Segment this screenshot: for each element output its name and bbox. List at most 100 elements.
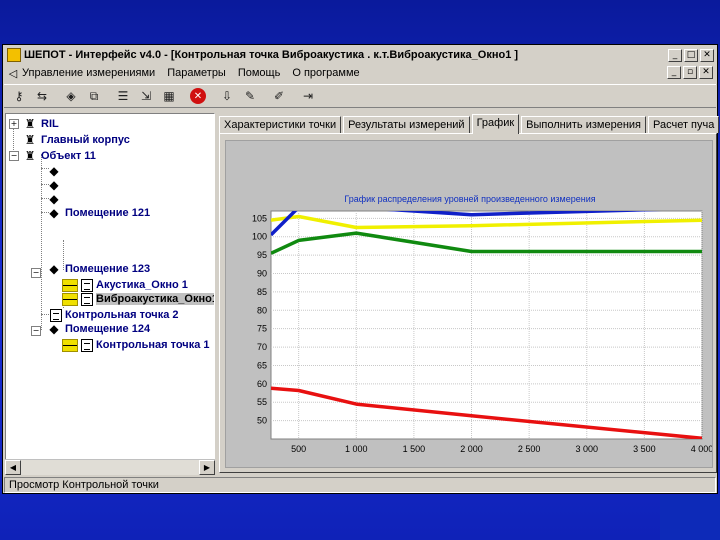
room-icon: ◆ xyxy=(49,262,59,276)
document-icon xyxy=(50,308,62,322)
y-tick-label: 75 xyxy=(257,324,267,334)
y-tick-label: 95 xyxy=(257,250,267,260)
y-tick-label: 70 xyxy=(257,342,267,352)
key-icon[interactable]: ⚷ xyxy=(8,86,30,106)
tree-item-object-11[interactable]: ♜ Объект 11 xyxy=(22,149,96,163)
tab-point-characteristics[interactable]: Характеристики точки xyxy=(219,116,342,133)
x-tick-label: 500 xyxy=(291,444,306,454)
object-tree[interactable]: + − − − ♜ RIL ♜ Главный корпус ♜ Объект … xyxy=(5,113,215,469)
menu-bar: ◁ Управление измерениями Параметры Помощ… xyxy=(4,64,716,82)
x-tick-label: 2 500 xyxy=(518,444,541,454)
list-icon[interactable]: ☰ xyxy=(112,86,134,106)
app-icon xyxy=(7,48,21,62)
x-tick-label: 3 500 xyxy=(633,444,656,454)
y-tick-label: 105 xyxy=(252,213,267,223)
tree-expander-icon[interactable]: − xyxy=(31,326,41,336)
menu-parameters[interactable]: Параметры xyxy=(167,67,226,79)
title-bar[interactable]: ШЕПОТ - Интерфейс v4.0 - [Контрольная то… xyxy=(4,46,716,64)
room-icon: ◆ xyxy=(49,164,59,178)
chart-title: График распределения уровней произведенн… xyxy=(344,194,595,204)
mdi-minimize-icon[interactable]: _ xyxy=(667,66,681,79)
download-icon[interactable]: ⇩ xyxy=(216,86,238,106)
x-tick-label: 1 500 xyxy=(403,444,426,454)
y-tick-label: 55 xyxy=(257,397,267,407)
slide-accent xyxy=(660,495,720,540)
room-icon: ◆ xyxy=(49,192,59,206)
tree-expander-icon[interactable]: − xyxy=(31,268,41,278)
tree-item-vibroacoustic-window[interactable]: Виброакустика_Окно1 xyxy=(62,292,214,306)
mdi-restore-icon[interactable]: ▫ xyxy=(683,66,697,79)
speaker-icon[interactable]: ◁ xyxy=(6,67,20,80)
tab-run-measurements[interactable]: Выполнить измерения xyxy=(521,116,646,133)
y-tick-label: 65 xyxy=(257,360,267,370)
tree-item-room-124[interactable]: ◆ Помещение 124 xyxy=(46,322,150,336)
x-tick-label: 2 000 xyxy=(460,444,483,454)
mdi-controls: _ ▫ ✕ xyxy=(667,66,715,79)
y-tick-label: 80 xyxy=(257,305,267,315)
y-tick-label: 100 xyxy=(252,232,267,242)
status-text: Просмотр Контрольной точки xyxy=(9,479,159,491)
tree-item-main-building[interactable]: ♜ Главный корпус xyxy=(22,133,130,147)
measure-icon xyxy=(62,278,78,292)
refresh-icon[interactable]: ⇆ xyxy=(31,86,53,106)
tree-expander-icon[interactable]: − xyxy=(9,151,19,161)
tree-item-control-point-2[interactable]: Контрольная точка 2 xyxy=(50,308,179,322)
tree-item-room[interactable]: ◆ xyxy=(46,192,65,206)
menu-help[interactable]: Помощь xyxy=(238,67,281,79)
room-icon: ◆ xyxy=(49,322,59,336)
tab-chart[interactable]: График xyxy=(471,114,520,134)
mdi-close-icon[interactable]: ✕ xyxy=(699,66,713,79)
building-icon: ♜ xyxy=(24,149,36,163)
measure-icon xyxy=(62,338,78,352)
x-tick-label: 3 000 xyxy=(575,444,598,454)
stop-icon[interactable]: ✕ xyxy=(187,86,209,106)
x-tick-label: 1 000 xyxy=(345,444,368,454)
window-title: ШЕПОТ - Интерфейс v4.0 - [Контрольная то… xyxy=(24,49,519,61)
edit-icon[interactable]: ✐ xyxy=(268,86,290,106)
folder-arrow-icon[interactable]: ⇲ xyxy=(135,86,157,106)
level-chart: График распределения уровней произведенн… xyxy=(252,194,713,502)
document-icon xyxy=(81,292,93,306)
tree-item-control-point-1[interactable]: Контрольная точка 1 xyxy=(62,338,210,352)
menu-measurements[interactable]: Управление измерениями xyxy=(22,67,155,79)
menu-about[interactable]: О программе xyxy=(292,67,359,79)
room-icon: ◆ xyxy=(49,206,59,220)
chart-panel: График распределения уровней произведенн… xyxy=(225,140,713,502)
status-bar: Просмотр Контрольной точки xyxy=(4,477,716,493)
document-icon xyxy=(81,278,93,292)
maximize-icon[interactable]: □ xyxy=(684,48,698,62)
plot-area xyxy=(270,210,703,440)
tree-scrollbar[interactable]: ◀ ▶ xyxy=(5,459,215,475)
tree-item-ril[interactable]: ♜ RIL xyxy=(22,117,59,131)
exit-icon[interactable]: ⇥ xyxy=(297,86,319,106)
toolbar: ⚷ ⇆ ◈ ⧉ ☰ ⇲ ▦ ✕ ⇩ ✎ ✐ ⇥ xyxy=(4,84,716,108)
scroll-left-icon[interactable]: ◀ xyxy=(5,460,21,475)
tab-strip: Характеристики точки Результаты измерени… xyxy=(219,114,720,134)
tree-item-room[interactable]: ◆ xyxy=(46,178,65,192)
building-icon: ♜ xyxy=(24,117,36,131)
x-tick-label: 4 000 xyxy=(691,444,712,454)
building-icon: ♜ xyxy=(24,133,36,147)
y-tick-label: 50 xyxy=(257,416,267,426)
tree-expander-icon[interactable]: + xyxy=(9,119,19,129)
y-tick-label: 90 xyxy=(257,269,267,279)
tab-measurement-results[interactable]: Результаты измерений xyxy=(343,116,470,133)
layers-icon[interactable]: ◈ xyxy=(60,86,82,106)
scroll-right-icon[interactable]: ▶ xyxy=(199,460,215,475)
tree-item-room[interactable]: ◆ Помещение 121 xyxy=(46,206,150,220)
copy-icon[interactable]: ⧉ xyxy=(83,86,105,106)
tab-beam-calculation[interactable]: Расчет пуча xyxy=(648,116,720,133)
room-icon: ◆ xyxy=(49,178,59,192)
tree-item-room[interactable]: ◆ xyxy=(46,164,65,178)
tree-item-acoustic-window[interactable]: Акустика_Окно 1 xyxy=(62,278,188,292)
y-tick-label: 85 xyxy=(257,287,267,297)
measure-icon xyxy=(62,292,78,306)
close-icon[interactable]: ✕ xyxy=(700,48,714,62)
grid-icon[interactable]: ▦ xyxy=(158,86,180,106)
minimize-icon[interactable]: _ xyxy=(668,48,682,62)
y-tick-label: 60 xyxy=(257,379,267,389)
main-window: ШЕПОТ - Интерфейс v4.0 - [Контрольная то… xyxy=(2,44,720,502)
tree-item-room-123[interactable]: ◆ Помещение 123 xyxy=(46,262,150,276)
pen-icon[interactable]: ✎ xyxy=(239,86,261,106)
document-icon xyxy=(81,338,93,352)
